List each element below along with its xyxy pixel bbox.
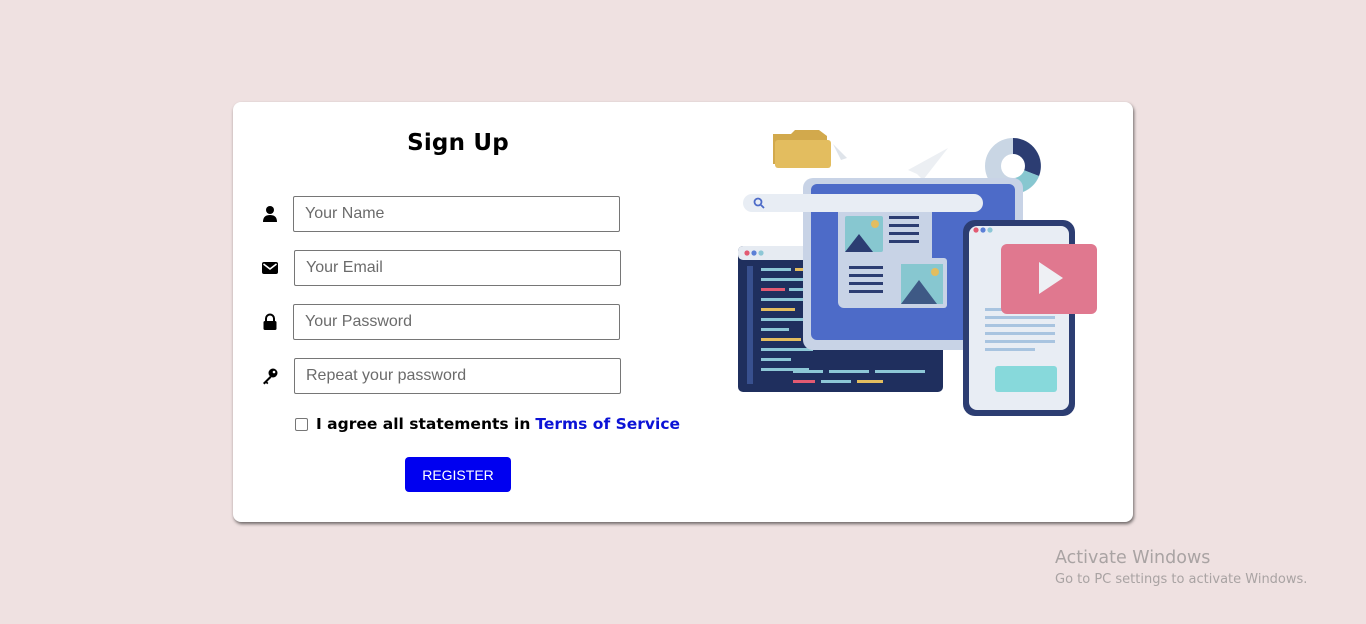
signup-card: Sign Up I agree all s [233,102,1133,522]
activate-windows-watermark: Activate Windows Go to PC settings to ac… [1055,546,1307,590]
name-row [261,196,623,232]
terms-agreement: I agree all statements in Terms of Servi… [295,414,680,434]
web-development-illustration [738,130,1097,416]
password-row [261,304,623,340]
repeat-password-input[interactable] [294,358,621,394]
agree-label: I agree all statements in [316,415,531,433]
folder-icon [773,130,847,168]
email-input[interactable] [294,250,621,286]
key-icon [263,368,278,385]
page-title: Sign Up [407,130,509,156]
agree-checkbox[interactable] [295,417,308,431]
watermark-title: Activate Windows [1055,548,1211,568]
search-bar [743,194,983,212]
email-row [261,250,623,286]
name-input[interactable] [293,196,620,232]
repeat-password-row [261,358,623,394]
watermark-subtitle: Go to PC settings to activate Windows. [1055,572,1308,587]
paper-plane-icon [908,148,948,180]
envelope-icon [262,262,278,274]
password-input[interactable] [293,304,620,340]
user-icon [263,206,277,222]
video-player-card [1001,244,1097,314]
lock-icon [263,313,277,330]
register-button[interactable]: REGISTER [405,457,511,492]
terms-of-service-link[interactable]: Terms of Service [535,415,680,433]
